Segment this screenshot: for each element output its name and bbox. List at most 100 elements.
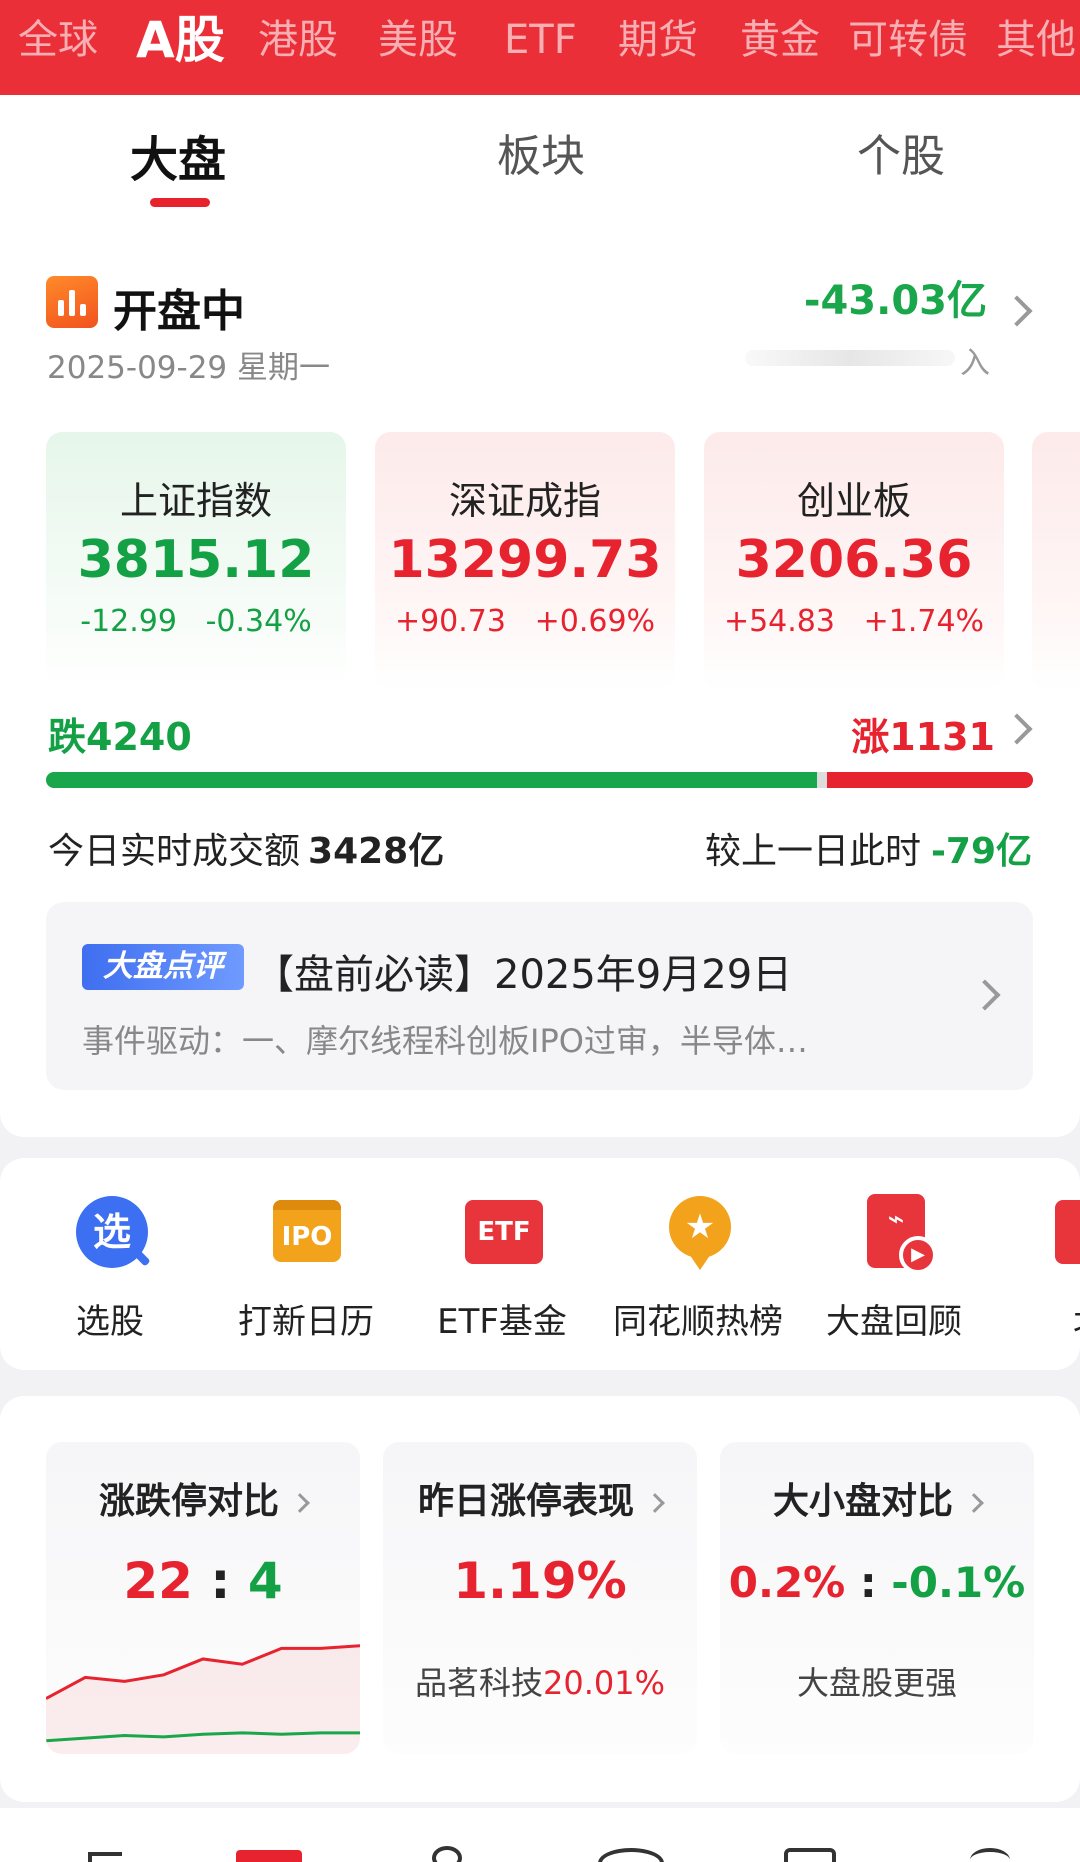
cap-verdict: 大盘股更强 <box>796 1664 957 1702</box>
ipo-calendar-icon: IPO <box>267 1192 345 1270</box>
commentary-snippet: 事件驱动：一、摩尔线程科创板IPO过审，半导体… <box>82 1022 808 1060</box>
market-commentary[interactable]: 大盘点评 【盘前必读】2025年9月29日 事件驱动：一、摩尔线程科创板IPO过… <box>46 902 1033 1090</box>
chevron-right-icon <box>964 1493 984 1513</box>
index-change: +54.83 +1.74% <box>704 604 1004 639</box>
advance-decline-bar <box>46 772 1033 788</box>
limit-ratio: 22 : 4 <box>123 1552 283 1610</box>
index-value: 13299.73 <box>388 530 662 590</box>
large-cap-change: 0.2% <box>728 1558 846 1607</box>
active-tab-indicator <box>150 198 210 207</box>
index-card-chinext[interactable]: 创业板 3206.36 +54.83 +1.74% <box>704 432 1004 690</box>
index-name: 上证指数 <box>119 479 272 523</box>
commentary-badge: 大盘点评 <box>82 944 244 990</box>
index-value: 3815.12 <box>77 530 315 590</box>
shortcut-hot-list[interactable]: ★ 同花顺热榜 <box>598 1192 798 1343</box>
tab-market[interactable]: 大盘 <box>130 120 226 190</box>
index-value: 3206.36 <box>735 530 973 590</box>
index-name: 创业板 <box>796 479 911 523</box>
shortcut-row: 选 选股 IPO 打新日历 ETF ETF基金 ★ 同花顺热榜 ⌁ ▶ 大盘回顾 <box>0 1158 1080 1370</box>
decline-segment <box>46 772 817 788</box>
tab-other[interactable]: 其他 <box>996 0 1076 80</box>
turnover-compare-value: -79亿 <box>930 831 1032 872</box>
shortcut-label: 同花顺热榜 <box>613 1302 783 1342</box>
limit-up-down-card[interactable]: 涨跌停对比 22 : 4 <box>46 1442 360 1754</box>
tab-futures[interactable]: 期货 <box>618 0 698 80</box>
turnover-value: 3428亿 <box>308 831 445 872</box>
turnover-compare-label: 较上一日此时 <box>704 831 921 872</box>
tab-global[interactable]: 全球 <box>18 0 98 80</box>
market-tab-bar: 全球 A股 港股 美股 ETF 期货 黄金 可转债 其他 <box>0 0 1080 95</box>
shortcut-label: ETF基金 <box>437 1302 567 1342</box>
index-change-percent: -0.34% <box>205 604 312 639</box>
turnover-compare: 较上一日此时 -79亿 <box>705 822 1032 874</box>
discover-nav-icon[interactable] <box>598 1848 664 1862</box>
etf-icon: ETF <box>463 1192 543 1270</box>
market-status: 开盘中 <box>113 286 245 337</box>
index-card-shanghai[interactable]: 上证指数 3815.12 -12.99 -0.34% <box>46 432 346 690</box>
turnover: 今日实时成交额 3428亿 <box>48 822 444 874</box>
net-flow-value[interactable]: -43.03亿 <box>804 268 987 326</box>
shortcut-northbound[interactable]: 北 <box>990 1192 1080 1343</box>
turnover-label: 今日实时成交额 <box>48 831 301 872</box>
tab-convertible-bonds[interactable]: 可转债 <box>848 0 968 80</box>
index-change-points: +54.83 <box>723 604 835 639</box>
profile-nav-icon[interactable] <box>432 1846 462 1862</box>
shortcut-market-review[interactable]: ⌁ ▶ 大盘回顾 <box>794 1192 994 1343</box>
trading-date: 2025-09-29 星期一 <box>47 350 331 386</box>
commentary-title: 【盘前必读】2025年9月29日 <box>254 952 793 998</box>
shortcut-ipo-calendar[interactable]: IPO 打新日历 <box>206 1192 406 1343</box>
index-card-shenzhen[interactable]: 深证成指 13299.73 +90.73 +0.69% <box>375 432 675 690</box>
index-card-partial[interactable] <box>1032 432 1080 690</box>
stat-title: 大小盘对比 <box>720 1472 1034 1524</box>
cap-comparison: 0.2% : -0.1% <box>728 1558 1026 1607</box>
quote-nav-icon[interactable] <box>236 1850 302 1862</box>
limit-down-count: 4 <box>247 1552 283 1610</box>
index-change-points: +90.73 <box>394 604 506 639</box>
index-change-points: -12.99 <box>80 604 177 639</box>
tab-sectors[interactable]: 板块 <box>497 120 585 184</box>
market-nav-icon[interactable] <box>88 1852 122 1862</box>
small-cap-change: -0.1% <box>891 1558 1026 1607</box>
hot-list-icon: ★ <box>659 1192 737 1270</box>
large-small-cap-card[interactable]: 大小盘对比 0.2% : -0.1% 大盘股更强 <box>720 1442 1034 1754</box>
bottom-navigation <box>0 1808 1080 1862</box>
shortcut-label: 大盘回顾 <box>826 1302 962 1342</box>
tab-gold[interactable]: 黄金 <box>740 0 820 80</box>
market-stats-section: 涨跌停对比 22 : 4 昨日涨停表现 1.19% 品茗科技20.01% 大小盘… <box>0 1396 1080 1802</box>
shortcut-label: 选股 <box>76 1302 144 1342</box>
wealth-nav-icon[interactable] <box>970 1848 1010 1862</box>
index-change-percent: +1.74% <box>863 604 985 639</box>
index-change: +90.73 +0.69% <box>375 604 675 639</box>
tab-us-stocks[interactable]: 美股 <box>378 0 458 80</box>
market-review-icon: ⌁ ▶ <box>855 1192 937 1274</box>
yesterday-limit-up-performance: 1.19% <box>453 1552 627 1610</box>
rising-count[interactable]: 涨1131 <box>851 706 995 761</box>
index-name: 深证成指 <box>448 479 601 523</box>
stat-title: 涨跌停对比 <box>46 1472 360 1524</box>
net-flow-caption: 入 <box>745 338 990 381</box>
shortcut-label: 打新日历 <box>238 1302 374 1342</box>
trade-nav-icon[interactable] <box>784 1848 836 1862</box>
top-stock-name: 品茗科技 <box>414 1664 543 1702</box>
stat-title: 昨日涨停表现 <box>383 1472 697 1524</box>
shortcut-etf-fund[interactable]: ETF ETF基金 <box>402 1192 602 1343</box>
tab-etf[interactable]: ETF <box>504 0 577 80</box>
advance-segment <box>827 772 1033 788</box>
limit-trend-chart <box>46 1644 360 1754</box>
shortcut-pick-stock[interactable]: 选 选股 <box>10 1192 210 1343</box>
tab-a-shares[interactable]: A股 <box>136 0 225 80</box>
chevron-right-icon <box>645 1493 665 1513</box>
yesterday-limit-up-card[interactable]: 昨日涨停表现 1.19% 品茗科技20.01% <box>383 1442 697 1754</box>
chevron-right-icon <box>969 979 1001 1011</box>
tab-hk-stocks[interactable]: 港股 <box>258 0 338 80</box>
index-change-percent: +0.69% <box>534 604 656 639</box>
top-stock: 品茗科技20.01% <box>383 1658 697 1704</box>
falling-count: 跌4240 <box>48 715 192 759</box>
top-stock-change: 20.01% <box>543 1664 666 1702</box>
shortcut-label: 北 <box>990 1294 1080 1343</box>
northbound-icon <box>1051 1192 1080 1270</box>
index-change: -12.99 -0.34% <box>46 604 346 639</box>
chevron-right-icon <box>290 1493 310 1513</box>
pick-stock-icon: 选 <box>71 1192 151 1270</box>
tab-stocks[interactable]: 个股 <box>857 120 945 184</box>
